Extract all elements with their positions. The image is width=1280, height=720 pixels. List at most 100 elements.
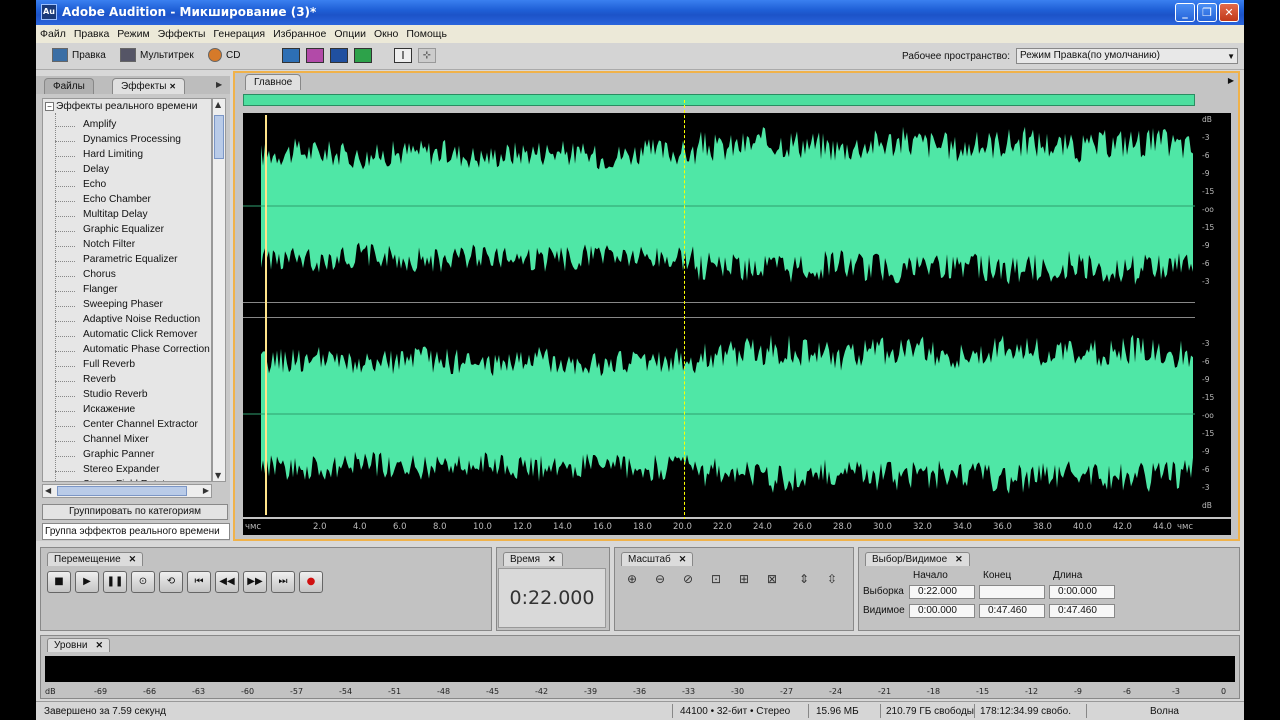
collapse-icon[interactable]: − bbox=[45, 102, 54, 111]
edit-view-button[interactable]: Правка bbox=[52, 48, 106, 62]
menu-window[interactable]: Окно bbox=[370, 28, 402, 40]
waveform-display[interactable] bbox=[243, 113, 1195, 517]
marquee-tool-icon[interactable]: ⊹ bbox=[418, 48, 436, 63]
effect-item[interactable]: Automatic Click Remover bbox=[83, 329, 197, 344]
effect-item[interactable]: Stereo Expander bbox=[83, 464, 159, 479]
record-button[interactable]: ● bbox=[299, 571, 323, 593]
panel-menu-icon[interactable]: ▶ bbox=[216, 80, 222, 89]
effect-item[interactable]: Amplify bbox=[83, 119, 116, 134]
effect-item[interactable]: Automatic Phase Correction bbox=[83, 344, 210, 359]
selection-start-field[interactable]: 0:22.000 bbox=[909, 585, 975, 599]
pan-display-icon[interactable] bbox=[330, 48, 348, 63]
phase-display-icon[interactable] bbox=[354, 48, 372, 63]
go-to-end-button[interactable]: ⏭ bbox=[271, 571, 295, 593]
menu-help[interactable]: Помощь bbox=[402, 28, 451, 40]
time-ruler[interactable]: чмс 2.0 4.0 6.0 8.0 10.0 12.0 14.0 16.0 18.0 20.0 2… bbox=[243, 519, 1231, 535]
menu-options[interactable]: Опции bbox=[330, 28, 370, 40]
effect-item[interactable]: Hard Limiting bbox=[83, 149, 143, 164]
tab-main[interactable]: Главное bbox=[245, 74, 302, 90]
close-icon[interactable]: ✕ bbox=[955, 554, 963, 564]
go-to-start-button[interactable]: ⏮ bbox=[187, 571, 211, 593]
group-by-category-button[interactable]: Группировать по категориям bbox=[42, 504, 228, 520]
menu-effects[interactable]: Эффекты bbox=[154, 28, 210, 40]
selection-end-field[interactable] bbox=[979, 585, 1045, 599]
effect-item[interactable]: Graphic Equalizer bbox=[83, 224, 164, 239]
effect-item[interactable]: Parametric Equalizer bbox=[83, 254, 178, 269]
tree-horizontal-scrollbar[interactable]: ◀ ▶ bbox=[42, 484, 212, 498]
zoom-out-vertical-icon[interactable]: ⇳ bbox=[821, 568, 843, 590]
effect-item[interactable]: Channel Mixer bbox=[83, 434, 149, 449]
close-icon[interactable]: ✕ bbox=[548, 554, 556, 564]
fast-forward-button[interactable]: ▶▶ bbox=[243, 571, 267, 593]
effect-item[interactable]: Multitap Delay bbox=[83, 209, 148, 224]
scroll-down-icon[interactable]: ▼ bbox=[215, 471, 221, 480]
app-window: Au Adobe Audition - Микширование (3)* _ … bbox=[0, 0, 1280, 720]
workspace-select[interactable]: Режим Правка(по умолчанию) ▼ bbox=[1016, 48, 1238, 64]
effect-item[interactable]: Center Channel Extractor bbox=[83, 419, 198, 434]
effect-item[interactable]: Искажение bbox=[83, 404, 135, 419]
tree-root[interactable]: − Эффекты реального времени bbox=[45, 101, 197, 112]
time-selection-tool-icon[interactable]: I bbox=[394, 48, 412, 63]
effect-item[interactable]: Full Reverb bbox=[83, 359, 135, 374]
time-label: 24.0 bbox=[753, 522, 772, 532]
tree-vertical-scrollbar[interactable]: ▲ ▼ bbox=[212, 98, 226, 482]
menu-mode[interactable]: Режим bbox=[113, 28, 153, 40]
effect-item[interactable]: Echo Chamber bbox=[83, 194, 151, 209]
effect-item[interactable]: Graphic Panner bbox=[83, 449, 154, 464]
scroll-thumb[interactable] bbox=[214, 115, 224, 159]
scroll-left-icon[interactable]: ◀ bbox=[45, 486, 51, 495]
zoom-to-selection-icon[interactable]: ⊠ bbox=[761, 568, 783, 590]
zoom-to-right-icon[interactable]: ⊞ bbox=[733, 568, 755, 590]
tab-effects[interactable]: Эффекты ✕ bbox=[112, 78, 185, 94]
close-icon[interactable]: ✕ bbox=[129, 554, 137, 564]
effect-item[interactable]: Echo bbox=[83, 179, 106, 194]
pause-button[interactable]: ❚❚ bbox=[103, 571, 127, 593]
zoom-out-full-icon[interactable]: ⊘ bbox=[677, 568, 699, 590]
maximize-button[interactable]: ❐ bbox=[1197, 3, 1217, 22]
spectral-display-icon[interactable] bbox=[306, 48, 324, 63]
playhead-cursor[interactable] bbox=[684, 100, 685, 520]
loop-button[interactable]: ⟲ bbox=[159, 571, 183, 593]
tab-files[interactable]: Файлы bbox=[44, 78, 94, 94]
channel-right bbox=[243, 321, 1195, 507]
scroll-right-icon[interactable]: ▶ bbox=[203, 486, 209, 495]
scroll-up-icon[interactable]: ▲ bbox=[215, 100, 221, 109]
minimize-button[interactable]: _ bbox=[1175, 3, 1195, 22]
play-to-end-button[interactable]: ⊙ bbox=[131, 571, 155, 593]
close-icon[interactable]: ✕ bbox=[95, 640, 103, 650]
close-icon[interactable]: ✕ bbox=[679, 554, 687, 564]
view-length-field[interactable]: 0:47.460 bbox=[1049, 604, 1115, 618]
effect-item[interactable]: Sweeping Phaser bbox=[83, 299, 163, 314]
hscroll-thumb[interactable] bbox=[57, 486, 187, 496]
stop-button[interactable]: ■ bbox=[47, 571, 71, 593]
zoom-out-horizontal-icon[interactable]: ⊖ bbox=[649, 568, 671, 590]
effect-item[interactable]: Dynamics Processing bbox=[83, 134, 181, 149]
close-button[interactable]: ✕ bbox=[1219, 3, 1239, 22]
cd-view-button[interactable]: CD bbox=[208, 48, 240, 62]
rewind-button[interactable]: ◀◀ bbox=[215, 571, 239, 593]
effect-item[interactable]: Flanger bbox=[83, 284, 118, 299]
view-end-field[interactable]: 0:47.460 bbox=[979, 604, 1045, 618]
menu-generate[interactable]: Генерация bbox=[209, 28, 269, 40]
effect-item[interactable]: Delay bbox=[83, 164, 109, 179]
menu-edit[interactable]: Правка bbox=[70, 28, 113, 40]
waveform-display-icon[interactable] bbox=[282, 48, 300, 63]
zoom-in-vertical-icon[interactable]: ⇕ bbox=[793, 568, 815, 590]
menu-favorites[interactable]: Избранное bbox=[269, 28, 330, 40]
effect-item[interactable]: Stereo Field Rotate bbox=[83, 479, 171, 481]
play-button[interactable]: ▶ bbox=[75, 571, 99, 593]
effects-group-field[interactable]: Группа эффектов реального времени bbox=[42, 523, 230, 540]
effect-item[interactable]: Reverb bbox=[83, 374, 116, 389]
effect-item[interactable]: Chorus bbox=[83, 269, 116, 284]
overview-bar[interactable] bbox=[243, 94, 1195, 106]
panel-menu-icon[interactable]: ▶ bbox=[1228, 76, 1234, 85]
zoom-to-left-icon[interactable]: ⊡ bbox=[705, 568, 727, 590]
effect-item[interactable]: Studio Reverb bbox=[83, 389, 148, 404]
effect-item[interactable]: Notch Filter bbox=[83, 239, 135, 254]
multitrack-view-button[interactable]: Мультитрек bbox=[120, 48, 194, 62]
effect-item[interactable]: Adaptive Noise Reduction bbox=[83, 314, 200, 329]
zoom-in-horizontal-icon[interactable]: ⊕ bbox=[621, 568, 643, 590]
view-start-field[interactable]: 0:00.000 bbox=[909, 604, 975, 618]
menu-file[interactable]: Файл bbox=[36, 28, 70, 40]
selection-length-field[interactable]: 0:00.000 bbox=[1049, 585, 1115, 599]
